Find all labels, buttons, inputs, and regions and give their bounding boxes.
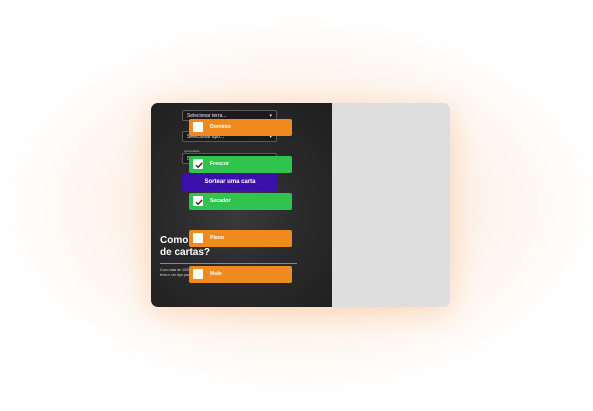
checkbox[interactable] xyxy=(193,233,203,243)
checkbox[interactable] xyxy=(193,122,203,132)
draw-card-button[interactable]: Sortear uma carta xyxy=(182,173,278,191)
option-item[interactable]: Secador xyxy=(189,193,292,210)
option-label: Mole xyxy=(210,271,222,277)
option-label: Domínio xyxy=(210,124,231,130)
checkmark-icon xyxy=(195,199,203,206)
option-item[interactable]: Domínio xyxy=(189,119,292,136)
option-item[interactable]: Mole xyxy=(189,266,292,283)
option-item[interactable]: Frescor xyxy=(189,156,292,173)
checkbox[interactable] xyxy=(193,159,203,169)
divider xyxy=(160,263,297,264)
checkmark-icon xyxy=(195,162,203,169)
option-label: Secador xyxy=(210,198,231,204)
options-panel xyxy=(332,103,450,307)
option-label: Frescor xyxy=(210,161,230,167)
option-label: Plano xyxy=(210,235,225,241)
checkbox[interactable] xyxy=(193,196,203,206)
option-item[interactable]: Plano xyxy=(189,230,292,247)
checkbox[interactable] xyxy=(193,269,203,279)
